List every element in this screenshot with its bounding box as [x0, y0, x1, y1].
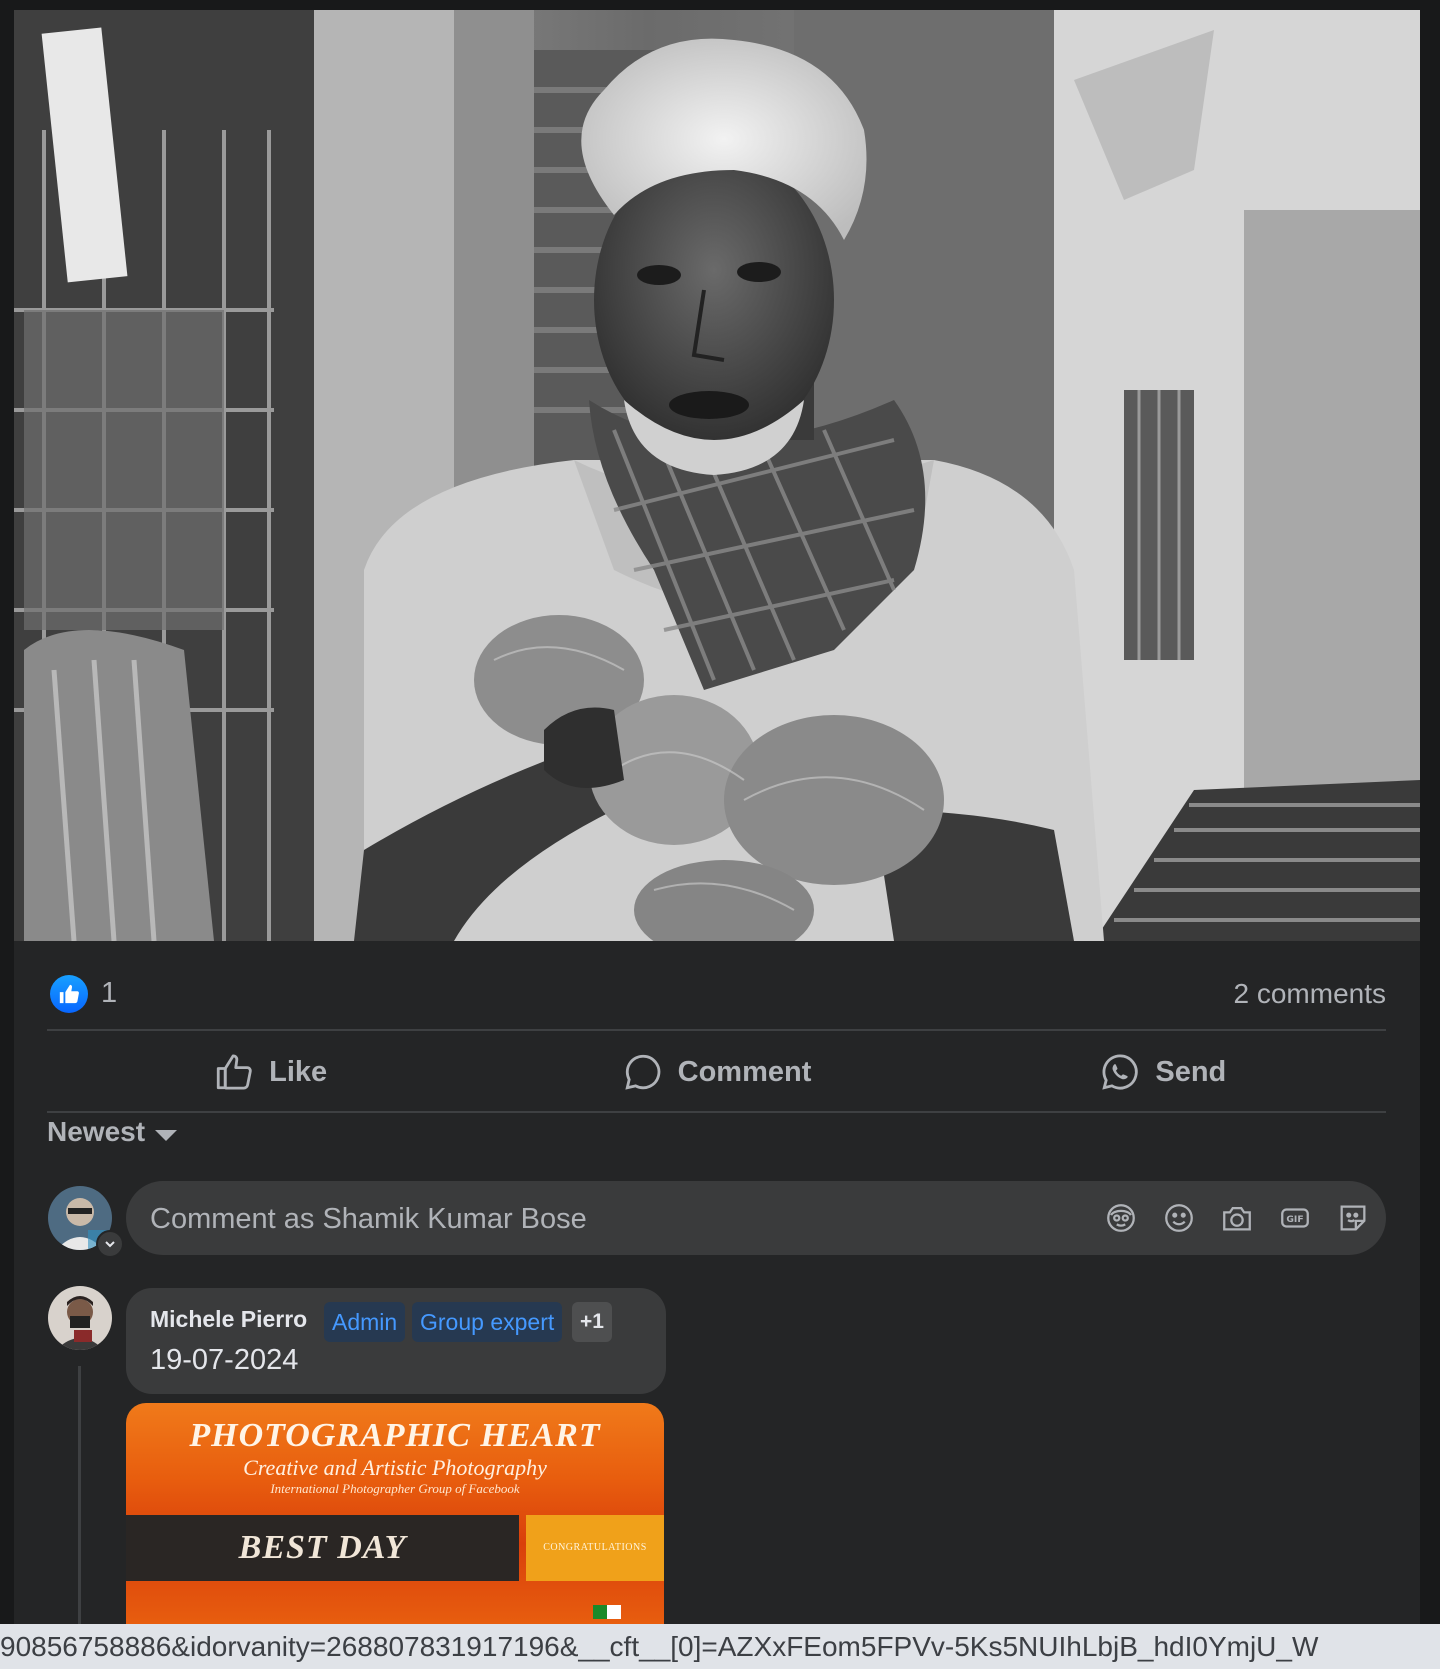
comment-label: Comment [677, 1055, 812, 1088]
avatar-sticker-icon[interactable] [1102, 1199, 1140, 1237]
sticker-icon[interactable] [1334, 1199, 1372, 1237]
post-panel: 1 2 comments Like Comment Send Newest Co… [14, 10, 1420, 1669]
photo-image [14, 10, 1420, 941]
comment-composer: GIF [126, 1181, 1386, 1257]
top-bar [0, 0, 1440, 10]
admin-badge[interactable]: Admin [324, 1302, 406, 1342]
gif-icon[interactable]: GIF [1276, 1199, 1314, 1237]
attachment-band: BEST DAY [126, 1515, 519, 1581]
comment-button[interactable]: Comment [493, 1031, 939, 1113]
attachment-side-text: CONGRATULATIONS [526, 1515, 664, 1581]
avatar[interactable] [48, 1286, 112, 1350]
like-outline-icon [216, 1054, 252, 1090]
whatsapp-icon [1102, 1054, 1139, 1090]
composer-icons: GIF [1102, 1199, 1372, 1237]
send-label: Send [1155, 1055, 1227, 1088]
flag-mark [607, 1605, 621, 1619]
divider [47, 1111, 1386, 1113]
post-actions: Like Comment Send [47, 1031, 1386, 1113]
like-button[interactable]: Like [47, 1031, 493, 1113]
comment-input[interactable] [148, 1181, 1032, 1257]
flag-mark [593, 1605, 607, 1619]
attachment-subtitle: Creative and Artistic Photography [243, 1455, 547, 1480]
chevron-down-icon[interactable] [96, 1230, 124, 1258]
attachment-subtitle-small: International Photographer Group of Face… [270, 1481, 520, 1496]
reaction-count[interactable]: 1 [101, 977, 117, 1010]
group-expert-badge[interactable]: Group expert [412, 1302, 563, 1342]
camera-icon[interactable] [1218, 1199, 1256, 1237]
caret-down-icon [155, 1129, 178, 1141]
sort-label: Newest [47, 1116, 146, 1147]
like-label: Like [269, 1055, 328, 1088]
svg-text:GIF: GIF [1286, 1214, 1303, 1225]
more-badges-badge[interactable]: +1 [572, 1302, 612, 1342]
post-stats: 1 2 comments [14, 941, 1420, 1039]
status-bar-url: 90856758886&idorvanity=268807831917196&_… [0, 1624, 1440, 1669]
comment-text: 19-07-2024 [150, 1344, 299, 1376]
comment-bubble: Michele Pierro Admin Group expert +1 19-… [126, 1288, 666, 1394]
comment-attachment-image[interactable]: PHOTOGRAPHIC HEART Creative and Artistic… [126, 1403, 664, 1659]
comment-sort-dropdown[interactable]: Newest [47, 1116, 178, 1148]
send-button[interactable]: Send [940, 1031, 1386, 1113]
comments-count[interactable]: 2 comments [1234, 978, 1387, 1010]
comment-icon [625, 1054, 660, 1090]
attachment-title: PHOTOGRAPHIC HEART [189, 1417, 601, 1454]
post-photo[interactable] [14, 10, 1420, 941]
emoji-icon[interactable] [1160, 1199, 1198, 1237]
comment-author[interactable]: Michele Pierro [150, 1306, 307, 1333]
attachment-band-text: BEST DAY [238, 1529, 407, 1566]
thumbs-up-icon[interactable] [50, 975, 88, 1013]
